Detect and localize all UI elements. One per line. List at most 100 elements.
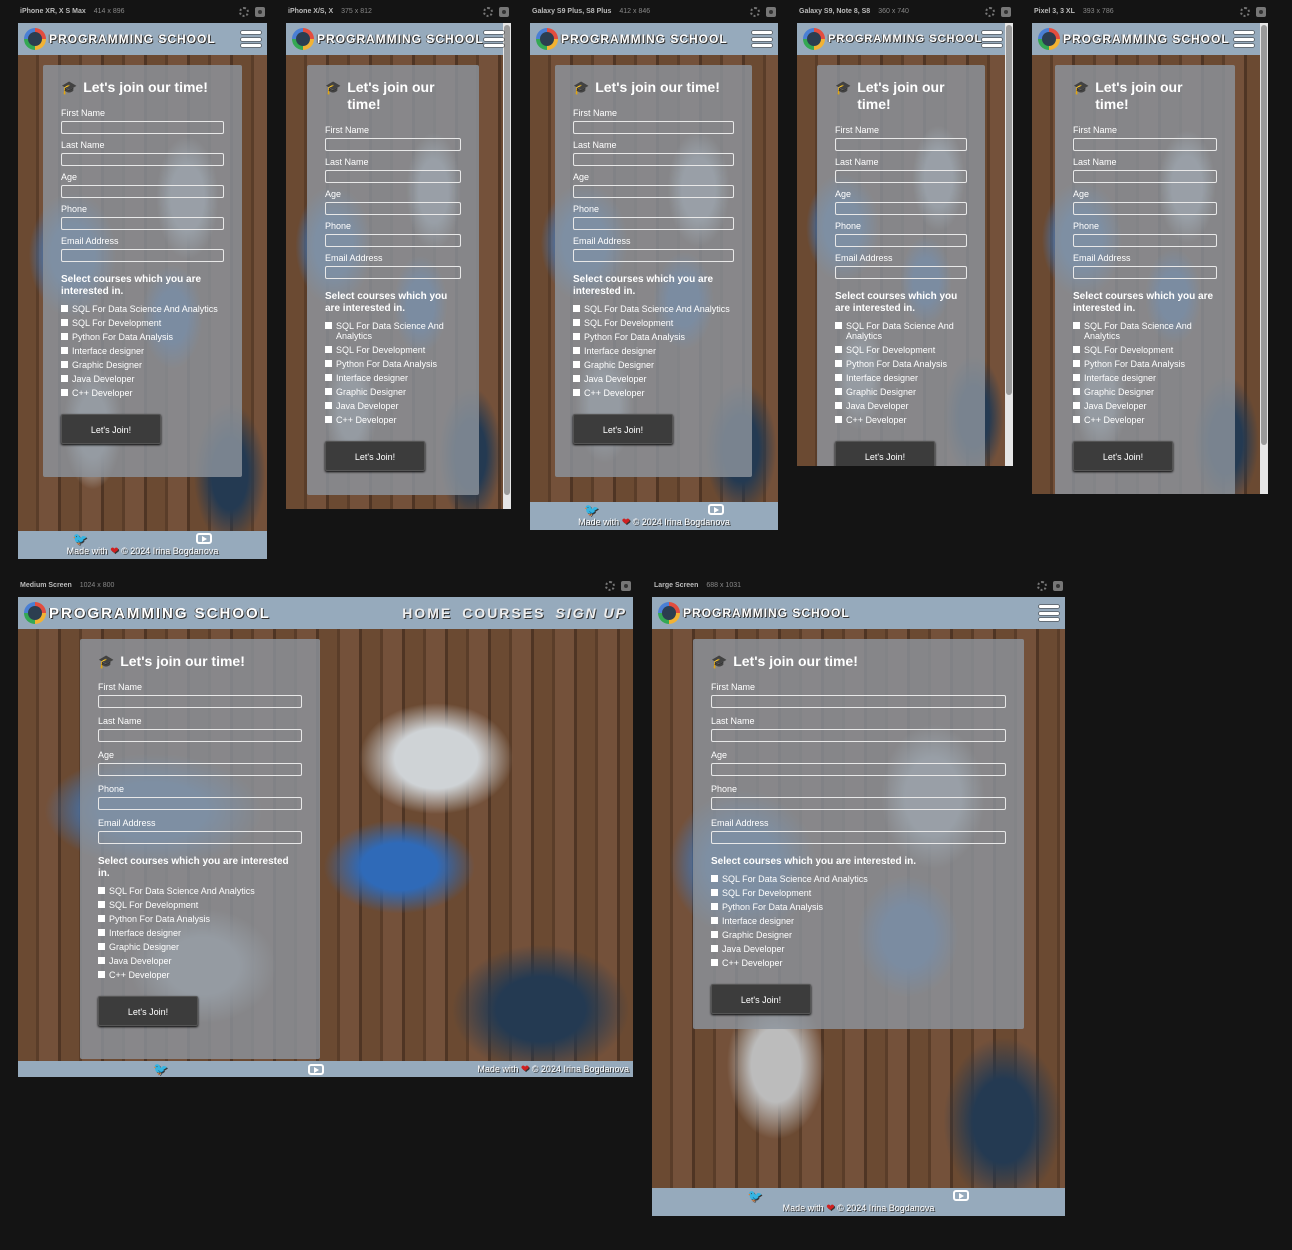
- hamburger-menu-icon[interactable]: [982, 31, 1003, 47]
- course-option[interactable]: SQL For Data Science And Analytics: [835, 321, 967, 341]
- course-option[interactable]: Java Developer: [325, 401, 461, 411]
- hamburger-menu-icon[interactable]: [1234, 31, 1254, 47]
- course-checkbox[interactable]: [61, 361, 68, 368]
- course-option[interactable]: C++ Developer: [573, 388, 734, 398]
- course-option[interactable]: SQL For Data Science And Analytics: [573, 304, 734, 314]
- first-name-input[interactable]: [98, 695, 302, 708]
- logo-icon[interactable]: [536, 28, 558, 50]
- course-option[interactable]: Python For Data Analysis: [573, 332, 734, 342]
- course-checkbox[interactable]: [1073, 322, 1080, 329]
- scrollbar[interactable]: [1005, 23, 1013, 466]
- course-checkbox[interactable]: [573, 389, 580, 396]
- email-input[interactable]: [711, 831, 1006, 844]
- camera-icon[interactable]: [1256, 7, 1266, 17]
- join-button[interactable]: Let's Join!: [325, 441, 425, 471]
- hamburger-menu-icon[interactable]: [752, 31, 772, 47]
- join-button[interactable]: Let's Join!: [573, 414, 673, 444]
- course-checkbox[interactable]: [573, 347, 580, 354]
- first-name-input[interactable]: [711, 695, 1006, 708]
- age-input[interactable]: [61, 185, 224, 198]
- join-button[interactable]: Let's Join!: [61, 414, 161, 444]
- course-option[interactable]: Graphic Designer: [573, 360, 734, 370]
- course-checkbox[interactable]: [61, 389, 68, 396]
- settings-icon[interactable]: [605, 581, 615, 591]
- course-option[interactable]: Java Developer: [98, 956, 302, 966]
- last-name-input[interactable]: [711, 729, 1006, 742]
- course-checkbox[interactable]: [835, 374, 842, 381]
- nav-courses[interactable]: COURSES: [462, 605, 545, 621]
- course-option[interactable]: Python For Data Analysis: [835, 359, 967, 369]
- course-option[interactable]: C++ Developer: [711, 958, 1006, 968]
- course-option[interactable]: Python For Data Analysis: [61, 332, 224, 342]
- course-option[interactable]: SQL For Data Science And Analytics: [711, 874, 1006, 884]
- phone-input[interactable]: [325, 234, 461, 247]
- brand-title[interactable]: PROGRAMMING SCHOOL: [828, 33, 982, 45]
- course-option[interactable]: Python For Data Analysis: [1073, 359, 1217, 369]
- logo-icon[interactable]: [1038, 28, 1060, 50]
- course-checkbox[interactable]: [711, 917, 718, 924]
- course-option[interactable]: C++ Developer: [98, 970, 302, 980]
- course-checkbox[interactable]: [98, 929, 105, 936]
- join-button[interactable]: Let's Join!: [711, 984, 811, 1014]
- nav-home[interactable]: HOME: [402, 605, 452, 621]
- logo-icon[interactable]: [658, 602, 680, 624]
- course-checkbox[interactable]: [98, 887, 105, 894]
- course-checkbox[interactable]: [325, 346, 332, 353]
- brand-title[interactable]: PROGRAMMING SCHOOL: [1063, 32, 1230, 46]
- course-option[interactable]: Graphic Designer: [98, 942, 302, 952]
- phone-input[interactable]: [98, 797, 302, 810]
- twitter-icon[interactable]: 🐦: [73, 533, 88, 546]
- camera-icon[interactable]: [621, 581, 631, 591]
- age-input[interactable]: [573, 185, 734, 198]
- logo-icon[interactable]: [24, 602, 46, 624]
- last-name-input[interactable]: [61, 153, 224, 166]
- join-button[interactable]: Let's Join!: [98, 996, 198, 1026]
- course-option[interactable]: C++ Developer: [325, 415, 461, 425]
- course-checkbox[interactable]: [325, 360, 332, 367]
- brand-title[interactable]: PROGRAMMING SCHOOL: [49, 605, 271, 622]
- course-option[interactable]: C++ Developer: [835, 415, 967, 425]
- first-name-input[interactable]: [835, 138, 967, 151]
- course-option[interactable]: SQL For Development: [835, 345, 967, 355]
- course-option[interactable]: SQL For Data Science And Analytics: [98, 886, 302, 896]
- email-input[interactable]: [573, 249, 734, 262]
- course-option[interactable]: Java Developer: [711, 944, 1006, 954]
- logo-icon[interactable]: [292, 28, 314, 50]
- last-name-input[interactable]: [98, 729, 302, 742]
- course-option[interactable]: C++ Developer: [61, 388, 224, 398]
- course-checkbox[interactable]: [573, 319, 580, 326]
- last-name-input[interactable]: [1073, 170, 1217, 183]
- course-option[interactable]: SQL For Development: [61, 318, 224, 328]
- camera-icon[interactable]: [255, 7, 265, 17]
- course-option[interactable]: SQL For Development: [711, 888, 1006, 898]
- phone-input[interactable]: [1073, 234, 1217, 247]
- course-checkbox[interactable]: [1073, 416, 1080, 423]
- course-option[interactable]: Graphic Designer: [835, 387, 967, 397]
- join-button[interactable]: Let's Join!: [835, 441, 935, 466]
- age-input[interactable]: [711, 763, 1006, 776]
- course-option[interactable]: Java Developer: [573, 374, 734, 384]
- email-input[interactable]: [835, 266, 967, 279]
- camera-icon[interactable]: [1001, 7, 1011, 17]
- course-option[interactable]: C++ Developer: [1073, 415, 1217, 425]
- course-checkbox[interactable]: [711, 875, 718, 882]
- first-name-input[interactable]: [1073, 138, 1217, 151]
- course-option[interactable]: SQL For Data Science And Analytics: [61, 304, 224, 314]
- course-checkbox[interactable]: [835, 388, 842, 395]
- course-option[interactable]: Java Developer: [1073, 401, 1217, 411]
- brand-title[interactable]: PROGRAMMING SCHOOL: [317, 32, 484, 46]
- brand-title[interactable]: PROGRAMMING SCHOOL: [683, 606, 850, 620]
- course-option[interactable]: Interface designer: [325, 373, 461, 383]
- course-option[interactable]: Java Developer: [61, 374, 224, 384]
- course-checkbox[interactable]: [835, 346, 842, 353]
- course-checkbox[interactable]: [573, 361, 580, 368]
- course-checkbox[interactable]: [573, 305, 580, 312]
- email-input[interactable]: [1073, 266, 1217, 279]
- twitter-icon[interactable]: 🐦: [153, 1062, 168, 1076]
- course-checkbox[interactable]: [98, 901, 105, 908]
- last-name-input[interactable]: [325, 170, 461, 183]
- course-option[interactable]: SQL For Development: [325, 345, 461, 355]
- course-checkbox[interactable]: [61, 375, 68, 382]
- settings-icon[interactable]: [985, 7, 995, 17]
- course-option[interactable]: Interface designer: [61, 346, 224, 356]
